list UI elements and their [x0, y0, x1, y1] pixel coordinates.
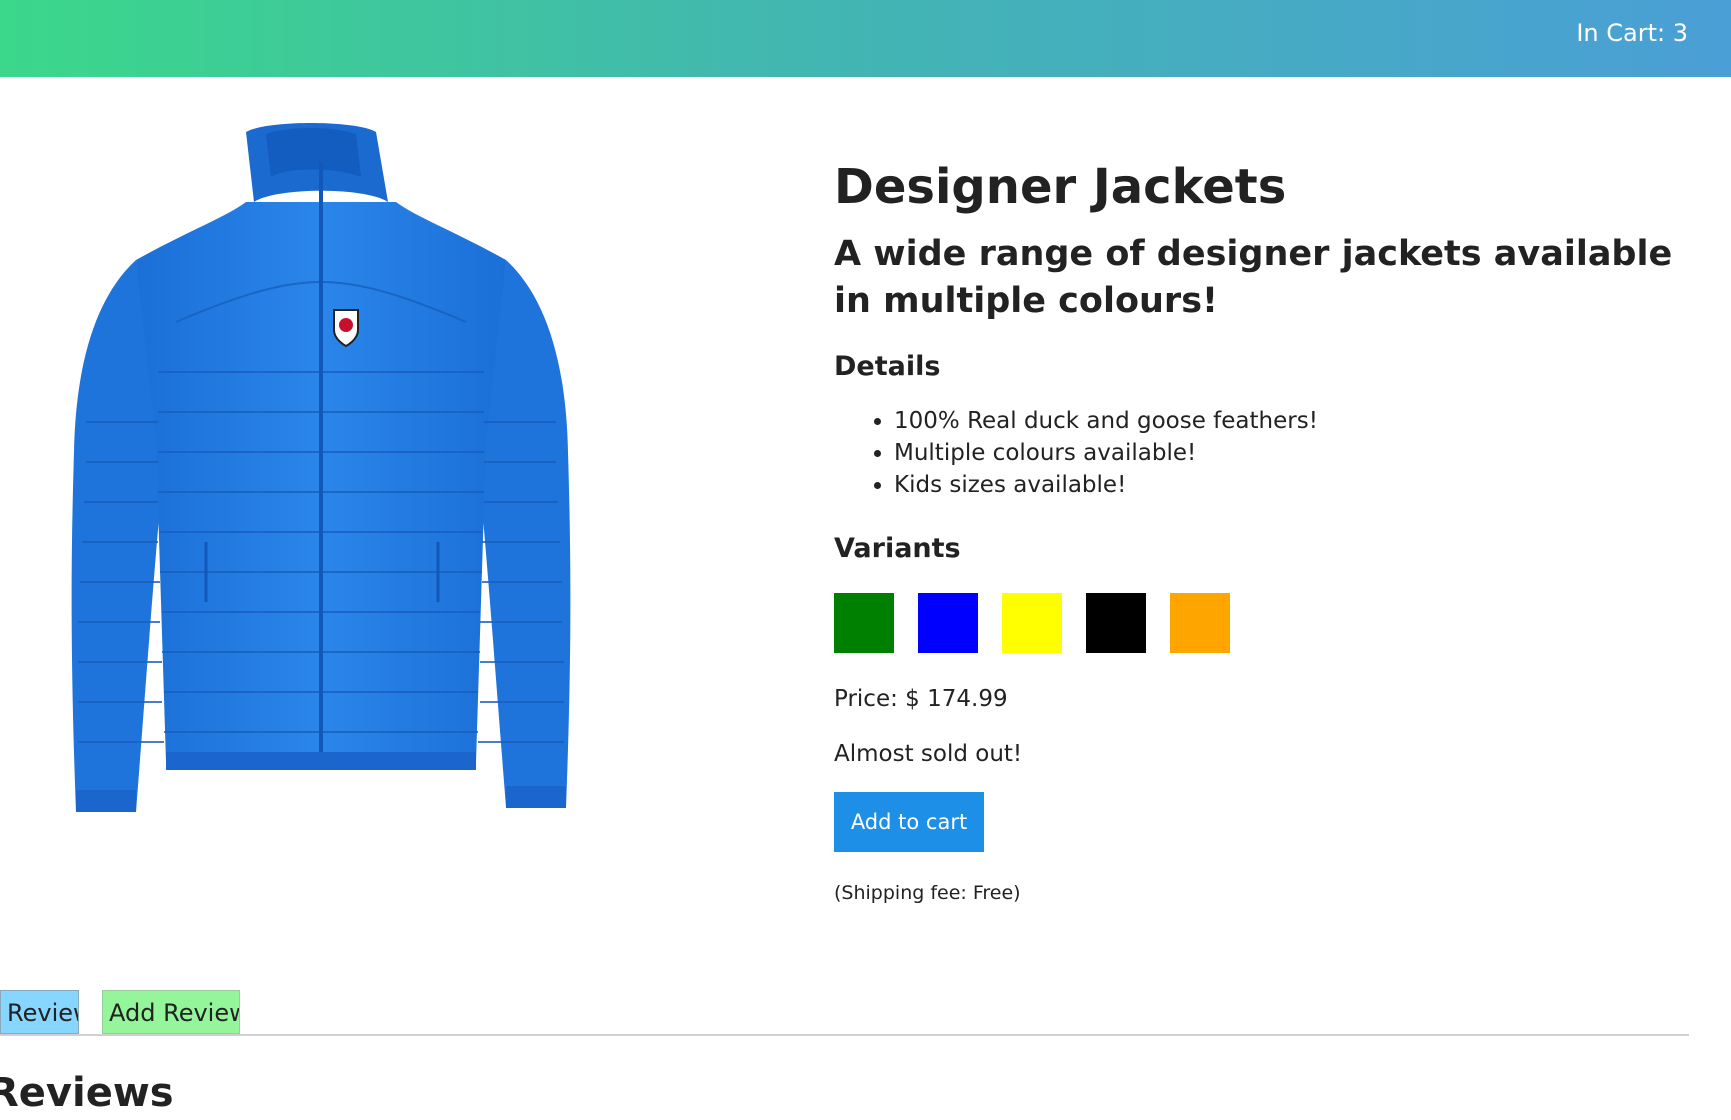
product-title: Designer Jackets [834, 159, 1287, 215]
product-info: Designer Jackets A wide range of designe… [834, 155, 1684, 906]
stock-status: Almost sold out! [834, 741, 1023, 767]
tab-reviews[interactable]: Reviews [0, 990, 79, 1034]
variant-swatches [834, 593, 1684, 653]
tab-add-review[interactable]: Add Review [102, 990, 240, 1034]
details-heading: Details [834, 351, 941, 382]
cart-count[interactable]: In Cart: 3 [1576, 17, 1688, 49]
details-item: 100% Real duck and goose feathers! [894, 405, 1684, 437]
details-item: Kids sizes available! [894, 469, 1684, 501]
variant-swatch-blue[interactable] [918, 593, 978, 653]
top-navigation-bar: In Cart: 3 [0, 0, 1731, 77]
variant-swatch-black[interactable] [1086, 593, 1146, 653]
add-to-cart-button[interactable]: Add to cart [834, 792, 984, 852]
variant-swatch-yellow[interactable] [1002, 593, 1062, 653]
variants-heading: Variants [834, 533, 961, 564]
details-item: Multiple colours available! [894, 437, 1684, 469]
product-price: Price: $ 174.99 [834, 686, 1008, 712]
variant-swatch-orange[interactable] [1170, 593, 1230, 653]
variant-swatch-green[interactable] [834, 593, 894, 653]
product-subtitle: A wide range of designer jackets availab… [834, 234, 1673, 321]
reviews-heading: Reviews [0, 1070, 174, 1116]
details-list: 100% Real duck and goose feathers! Multi… [834, 405, 1684, 501]
shipping-fee: (Shipping fee: Free) [834, 882, 1021, 904]
review-tabs: Reviews Add Review [0, 990, 1689, 1036]
product-image [71, 123, 571, 812]
